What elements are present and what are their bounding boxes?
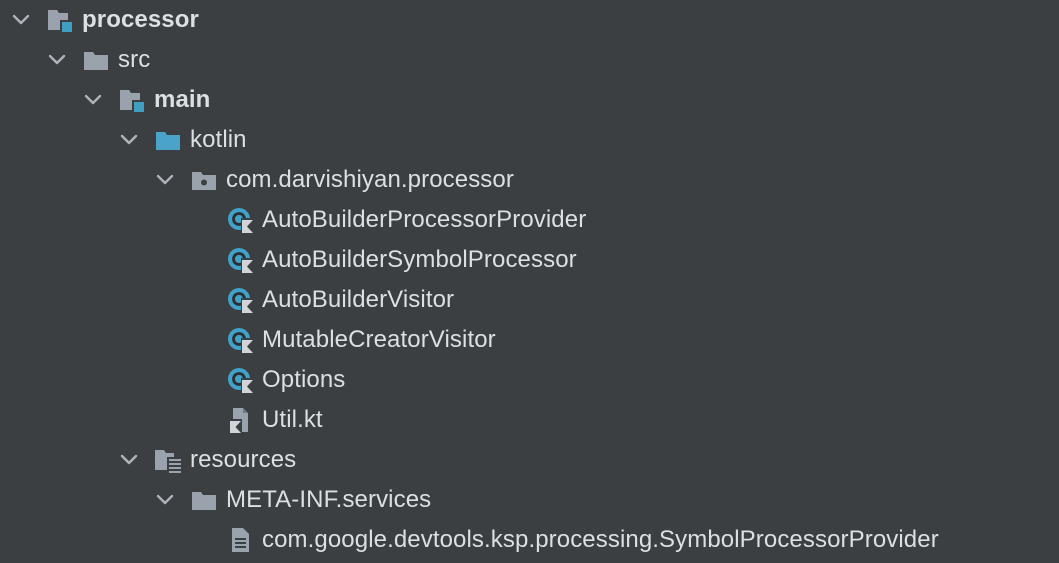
package-icon [190,166,218,194]
source-root-folder-icon [154,126,182,154]
kotlin-class-icon [226,326,254,354]
kotlin-class-icon [226,246,254,274]
tree-node-label: META-INF.services [226,486,432,513]
resources-folder-icon [154,446,182,474]
tree-node-label: src [118,46,151,73]
tree-node-resources[interactable]: resources [0,440,1059,480]
tree-node-label: MutableCreatorVisitor [262,326,496,353]
text-file-icon [226,526,254,554]
tree-node-label: kotlin [190,126,247,153]
tree-node-file[interactable]: MutableCreatorVisitor [0,320,1059,360]
tree-node-label: Util.kt [262,406,323,433]
tree-node-file[interactable]: AutoBuilderVisitor [0,280,1059,320]
tree-node-src[interactable]: src [0,40,1059,80]
folder-icon [190,486,218,514]
tree-node-file[interactable]: AutoBuilderProcessorProvider [0,200,1059,240]
tree-node-kotlin[interactable]: kotlin [0,120,1059,160]
kotlin-class-icon [226,206,254,234]
tree-node-file[interactable]: Options [0,360,1059,400]
tree-node-label: resources [190,446,297,473]
tree-node-label: AutoBuilderProcessorProvider [262,206,587,233]
chevron-down-icon[interactable] [154,489,176,511]
kotlin-class-icon [226,366,254,394]
tree-node-label: com.google.devtools.ksp.processing.Symbo… [262,526,939,553]
chevron-down-icon[interactable] [154,169,176,191]
kotlin-file-icon [226,406,254,434]
tree-node-label: com.darvishiyan.processor [226,166,514,193]
module-folder-icon [118,86,146,114]
folder-icon [82,46,110,74]
tree-node-label: Options [262,366,346,393]
tree-node-label: main [154,86,211,113]
tree-node-package[interactable]: com.darvishiyan.processor [0,160,1059,200]
tree-node-label: processor [82,6,199,33]
tree-node-file[interactable]: Util.kt [0,400,1059,440]
tree-node-file[interactable]: AutoBuilderSymbolProcessor [0,240,1059,280]
tree-node-label: AutoBuilderVisitor [262,286,455,313]
chevron-down-icon[interactable] [118,129,140,151]
chevron-down-icon[interactable] [82,89,104,111]
tree-node-service-file[interactable]: com.google.devtools.ksp.processing.Symbo… [0,520,1059,560]
chevron-down-icon[interactable] [118,449,140,471]
tree-node-main[interactable]: main [0,80,1059,120]
tree-node-label: AutoBuilderSymbolProcessor [262,246,577,273]
tree-node-processor[interactable]: processor [0,0,1059,40]
chevron-down-icon[interactable] [10,9,32,31]
chevron-down-icon[interactable] [46,49,68,71]
project-tree: processor src main kotlin com.darvishiya… [0,0,1059,563]
tree-node-meta-inf-services[interactable]: META-INF.services [0,480,1059,520]
kotlin-class-icon [226,286,254,314]
module-folder-icon [46,6,74,34]
